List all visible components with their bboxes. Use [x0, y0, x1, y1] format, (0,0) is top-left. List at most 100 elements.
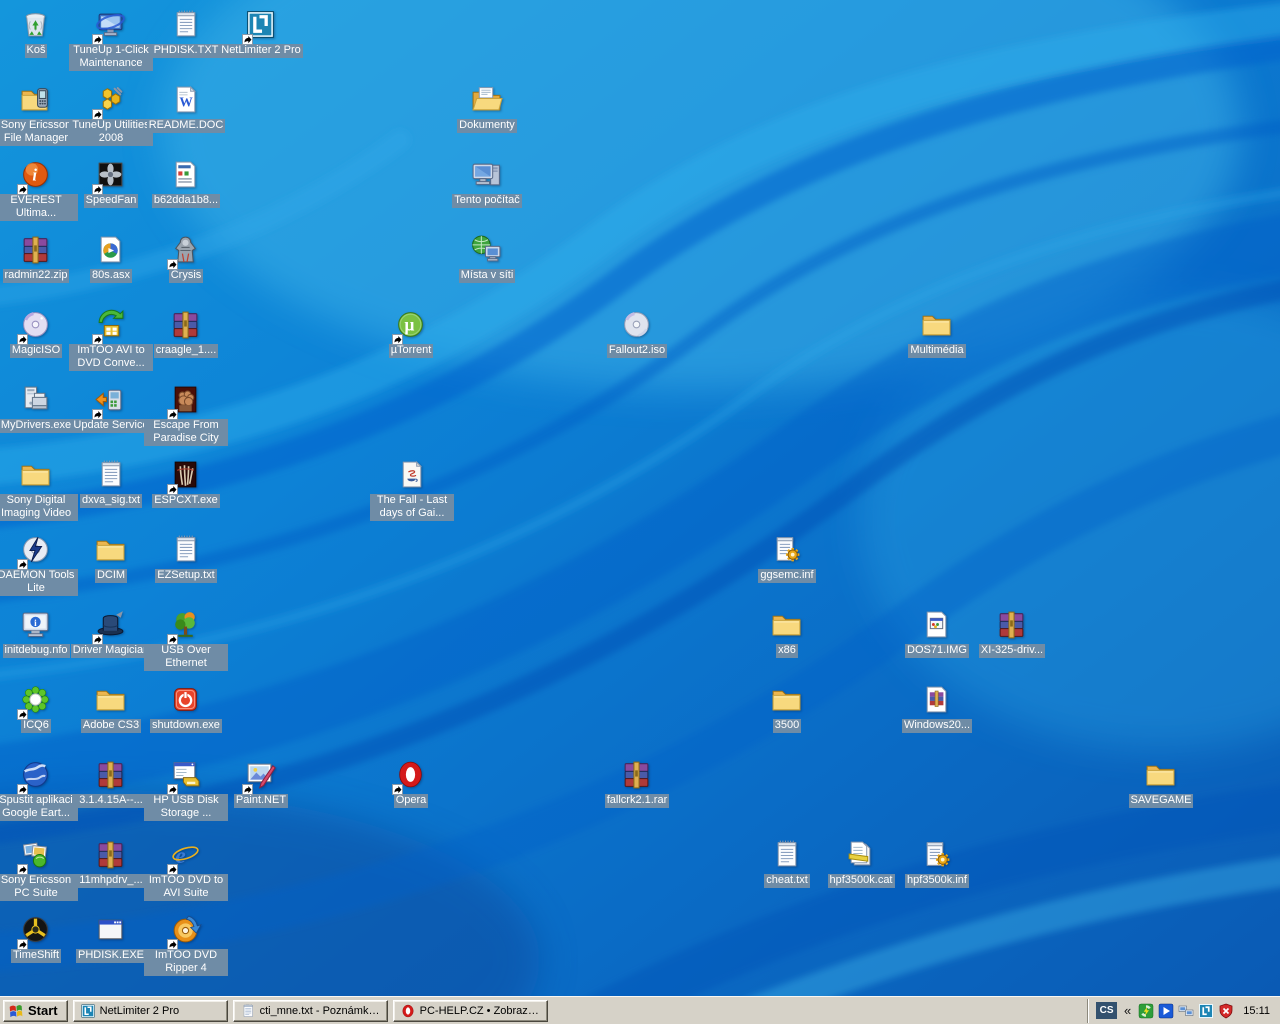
desktop-icon-label: dxva_sig.txt — [80, 494, 142, 508]
desktop-icon[interactable]: b62dda1b8... — [144, 158, 228, 208]
desktop-icon[interactable]: HP USB Disk Storage ... — [144, 758, 228, 821]
desktop-icon[interactable]: µµTorrent — [369, 308, 453, 358]
desktop-icon[interactable]: WREADME.DOC — [144, 83, 228, 133]
desktop-icon[interactable]: Opera — [369, 758, 453, 808]
desktop-icon[interactable]: 80s.asx — [69, 233, 153, 283]
desktop-icon[interactable]: MyDrivers.exe — [0, 383, 78, 433]
security-shield-tray-icon[interactable] — [1218, 1003, 1234, 1019]
desktop-icon[interactable]: TuneUp Utilities 2008 — [69, 83, 153, 146]
desktop-icon[interactable]: Crysis — [144, 233, 228, 283]
shortcut-arrow-icon — [17, 557, 28, 568]
taskbar-button[interactable]: NetLimiter 2 Pro — [73, 1000, 228, 1022]
desktop-icon[interactable]: Fallout2.iso — [595, 308, 679, 358]
desktop-icon[interactable]: Paint.NET — [219, 758, 303, 808]
desktop-icon[interactable]: iEVEREST Ultima... — [0, 158, 78, 221]
desktop-icon[interactable]: Místa v síti — [445, 233, 529, 283]
desktop[interactable]: Koš Sony Ericsson File Manager iEVEREST Ul… — [0, 0, 1280, 996]
desktop-icon-label: Update Service — [71, 419, 150, 433]
desktop-icon[interactable]: PHDISK.TXT — [144, 8, 228, 58]
desktop-icon-label: ImTOO DVD to AVI Suite — [144, 874, 228, 901]
desktop-icon[interactable]: dxva_sig.txt — [69, 458, 153, 508]
googleearth-icon — [19, 758, 53, 792]
desktop-icon[interactable]: Escape From Paradise City — [144, 383, 228, 446]
desktop-icon[interactable]: NetLimiter 2 Pro — [219, 8, 303, 58]
netlimiter-tray-icon[interactable] — [1198, 1003, 1214, 1019]
shutdown-icon — [169, 683, 203, 717]
tophat-icon — [94, 608, 128, 642]
desktop-icon-label: initdebug.nfo — [3, 644, 70, 658]
netlimiter-icon — [80, 1003, 96, 1019]
desktop-icon[interactable]: hpf3500k.inf — [895, 838, 979, 888]
desktop-icon[interactable]: hpf3500k.cat — [819, 838, 903, 888]
desktop-icon[interactable]: Sony Digital Imaging Video — [0, 458, 78, 521]
desktop-icon[interactable]: 3.1.4.15A--... — [69, 758, 153, 808]
shortcut-arrow-icon — [167, 937, 178, 948]
desktop-icon-label: PHDISK.EXE — [76, 949, 146, 963]
java-page-icon — [395, 458, 429, 492]
desktop-icon[interactable]: PHDISK.EXE — [69, 913, 153, 963]
desktop-icon[interactable]: DOS71.IMG — [895, 608, 979, 658]
desktop-icon[interactable]: DAEMON Tools Lite — [0, 533, 78, 596]
start-button[interactable]: Start — [3, 1000, 68, 1022]
media-icon — [94, 233, 128, 267]
desktop-icon[interactable]: eImTOO DVD to AVI Suite — [144, 838, 228, 901]
desktop-icon[interactable]: x86 — [745, 608, 829, 658]
desktop-icon[interactable]: Spustit aplikaci Google Eart... — [0, 758, 78, 821]
desktop-icon[interactable]: The Fall - Last days of Gai... — [370, 458, 454, 521]
desktop-icon[interactable]: ImTOO AVI to DVD Conve... — [69, 308, 153, 371]
desktop-icon[interactable]: USB Over Ethernet — [144, 608, 228, 671]
desktop-icon[interactable]: MagicISO — [0, 308, 78, 358]
desktop-icon[interactable]: DCIM — [69, 533, 153, 583]
desktop-icon-label: DCIM — [95, 569, 127, 583]
desktop-icon[interactable]: Driver Magician — [69, 608, 153, 658]
desktop-icon[interactable]: Windows20... — [895, 683, 979, 733]
daemon-tools-tray-icon[interactable] — [1138, 1003, 1154, 1019]
media-play-tray-icon[interactable] — [1158, 1003, 1174, 1019]
desktop-icon[interactable]: ImTOO DVD Ripper 4 — [144, 913, 228, 976]
folder-icon — [94, 683, 128, 717]
desktop-icon[interactable]: ICQ6 — [0, 683, 78, 733]
taskbar-button[interactable]: cti_mne.txt - Poznámkov... — [233, 1000, 388, 1022]
notepad-icon — [94, 458, 128, 492]
desktop-icon[interactable]: ESPCXT.exe — [144, 458, 228, 508]
tray-overflow-chevron-icon[interactable]: « — [1123, 1004, 1132, 1017]
taskbar-clock[interactable]: 15:11 — [1240, 1005, 1270, 1017]
desktop-icon[interactable]: 11mhpdrv_... — [69, 838, 153, 888]
desktop-icon-label: DAEMON Tools Lite — [0, 569, 78, 596]
computer-icon — [470, 158, 504, 192]
desktop-icon-label: HP USB Disk Storage ... — [144, 794, 228, 821]
desktop-icon[interactable]: ggsemc.inf — [745, 533, 829, 583]
usb-ethernet-icon — [169, 608, 203, 642]
desktop-icon[interactable]: cheat.txt — [745, 838, 829, 888]
desktop-icon[interactable]: SAVEGAME — [1119, 758, 1203, 808]
network-tray-icon[interactable] — [1178, 1003, 1194, 1019]
desktop-icon-label: The Fall - Last days of Gai... — [370, 494, 454, 521]
desktop-icon[interactable]: shutdown.exe — [144, 683, 228, 733]
desktop-icon[interactable]: iinitdebug.nfo — [0, 608, 78, 658]
desktop-icon[interactable]: Sony Ericsson PC Suite — [0, 838, 78, 901]
desktop-icon[interactable]: XI-325-driv... — [970, 608, 1054, 658]
desktop-icon-label: cheat.txt — [764, 874, 810, 888]
desktop-icon[interactable]: Sony Ericsson File Manager — [0, 83, 78, 146]
desktop-icon[interactable]: EZSetup.txt — [144, 533, 228, 583]
desktop-icon[interactable]: Adobe CS3 — [69, 683, 153, 733]
language-indicator[interactable]: CS — [1096, 1002, 1117, 1019]
desktop-icon[interactable]: fallcrk2.1.rar — [595, 758, 679, 808]
desktop-icon[interactable]: Tento počítač — [445, 158, 529, 208]
desktop-icon[interactable]: Koš — [0, 8, 78, 58]
svg-text:µ: µ — [404, 315, 414, 335]
shortcut-arrow-icon — [167, 482, 178, 493]
desktop-icon[interactable]: TuneUp 1-Click Maintenance — [69, 8, 153, 71]
desktop-icon[interactable]: TimeShift — [0, 913, 78, 963]
desktop-icon[interactable]: radmin22.zip — [0, 233, 78, 283]
taskbar-button[interactable]: PC-HELP.CZ • Zobrazit t... — [393, 1000, 548, 1022]
desktop-icon-label: Escape From Paradise City — [144, 419, 228, 446]
desktop-icon[interactable]: 3500 — [745, 683, 829, 733]
rar-page-icon — [920, 683, 954, 717]
shortcut-arrow-icon — [242, 32, 253, 43]
desktop-icon[interactable]: Update Service — [69, 383, 153, 433]
desktop-icon[interactable]: Multimédia — [895, 308, 979, 358]
desktop-icon[interactable]: SpeedFan — [69, 158, 153, 208]
desktop-icon[interactable]: craagle_1.... — [144, 308, 228, 358]
desktop-icon[interactable]: Dokumenty — [445, 83, 529, 133]
